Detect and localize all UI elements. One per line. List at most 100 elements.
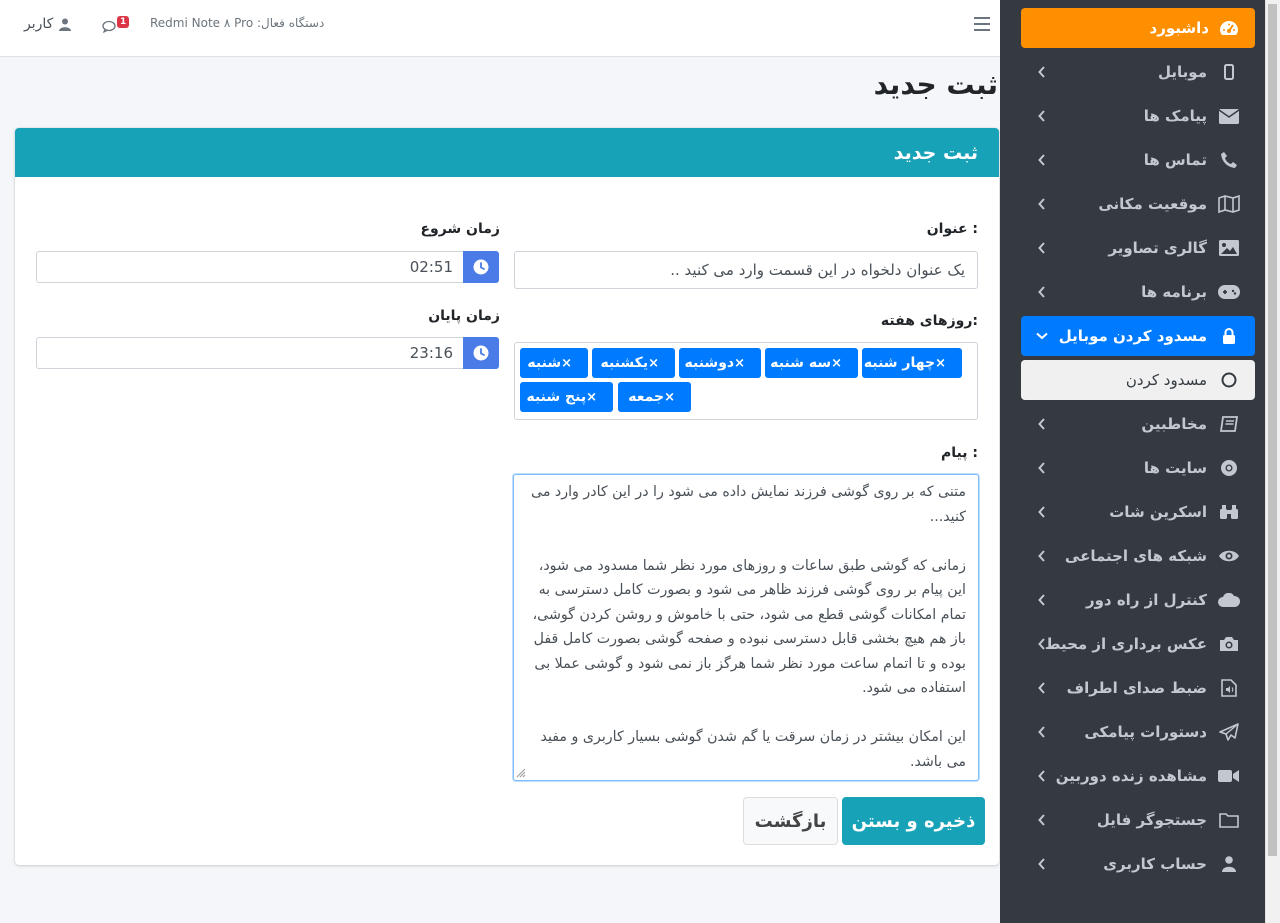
save-and-close-button[interactable]: ذخیره و بستن [842, 797, 985, 845]
sidebar-item-gallery[interactable]: گالری تصاویر [1021, 228, 1255, 268]
sidebar-item-dashboard[interactable]: داشبورد [1021, 8, 1255, 48]
sidebar-item-account[interactable]: حساب کاربری [1021, 844, 1255, 884]
day-tag[interactable]: × چهار شنبه [862, 348, 962, 378]
chrome-icon [1217, 456, 1241, 480]
phone-icon [1217, 148, 1241, 172]
sidebar-item-label: گالری تصاویر [1108, 239, 1207, 257]
message-label: پیام : [941, 445, 978, 461]
remove-tag-icon[interactable]: × [561, 356, 572, 371]
sidebar-subitem-block[interactable]: مسدود کردن [1021, 360, 1255, 400]
hamburger-menu-icon[interactable] [974, 17, 990, 33]
start-time-input[interactable]: 02:51 [36, 251, 463, 283]
paper-plane-icon [1217, 720, 1241, 744]
gamepad-icon [1217, 280, 1241, 304]
start-time-label: زمان شروع [420, 221, 500, 237]
day-tag[interactable]: × دوشنبه [679, 348, 761, 378]
day-tag[interactable]: × پنج شنبه [520, 382, 613, 412]
folder-icon [1217, 808, 1241, 832]
user-icon [59, 18, 72, 31]
eye-icon [1217, 544, 1241, 568]
chevron-down-icon [1035, 329, 1049, 343]
chevron-left-icon [1035, 769, 1049, 783]
active-device-label: دستگاه فعال: Redmi Note ۸ Pro [150, 16, 325, 30]
sidebar-item-ambient-audio[interactable]: ضبط صدای اطراف [1021, 668, 1255, 708]
title-input-placeholder: یک عنوان دلخواه در این قسمت وارد می کنید… [670, 261, 965, 279]
card-header: ثبت جدید [15, 128, 999, 177]
sidebar-item-remote-control[interactable]: کنترل از راه دور [1021, 580, 1255, 620]
day-tag[interactable]: × شنبه [520, 348, 588, 378]
start-time-group: 02:51 [36, 251, 499, 283]
mobile-icon [1217, 60, 1241, 84]
sidebar-item-ambient-photo[interactable]: عکس برداری از محیط [1021, 624, 1255, 664]
sidebar-item-sites[interactable]: سایت ها [1021, 448, 1255, 488]
top-navbar: دستگاه فعال: Redmi Note ۸ Pro 1 کاربر [0, 0, 1013, 57]
sidebar-item-apps[interactable]: برنامه ها [1021, 272, 1255, 312]
message-textarea[interactable]: متنی که بر روی گوشی فرزند نمایش داده می … [513, 474, 979, 781]
end-time-group: 23:16 [36, 337, 499, 369]
sidebar-item-label: موبایل [1158, 63, 1207, 81]
end-time-label: زمان پایان [428, 308, 500, 324]
sidebar-item-label: مخاطبین [1141, 415, 1207, 433]
envelope-icon [1217, 104, 1241, 128]
title-input[interactable]: یک عنوان دلخواه در این قسمت وارد می کنید… [514, 251, 978, 289]
sidebar-item-screenshot[interactable]: اسکرین شات [1021, 492, 1255, 532]
remove-tag-icon[interactable]: × [831, 356, 842, 371]
resize-handle-icon[interactable] [516, 768, 526, 778]
user-menu[interactable]: کاربر [24, 16, 72, 32]
sidebar-item-label: مسدود کردن موبایل [1058, 327, 1207, 345]
sidebar-item-contacts[interactable]: مخاطبین [1021, 404, 1255, 444]
end-time-clock-button[interactable] [463, 337, 499, 369]
day-tag[interactable]: × سه شنبه [765, 348, 858, 378]
end-time-input[interactable]: 23:16 [36, 337, 463, 369]
sidebar-item-label: دستورات پیامکی [1084, 723, 1207, 741]
lock-icon [1217, 324, 1241, 348]
sidebar-item-sms[interactable]: پیامک ها [1021, 96, 1255, 136]
remove-tag-icon[interactable]: × [648, 356, 659, 371]
sidebar-item-label: مسدود کردن [1125, 371, 1207, 389]
user-label: کاربر [24, 16, 54, 32]
chevron-left-icon [1035, 417, 1049, 431]
sidebar-item-social[interactable]: شبکه های اجتماعی [1021, 536, 1255, 576]
remove-tag-icon[interactable]: × [586, 390, 597, 405]
scrollbar-thumb[interactable] [1268, 4, 1277, 856]
chevron-left-icon [1035, 505, 1049, 519]
comments-icon [102, 20, 116, 34]
sidebar-scrollbar[interactable] [1265, 0, 1280, 923]
chevron-left-icon [1035, 285, 1049, 299]
clock-icon [473, 345, 489, 361]
cloud-icon [1217, 588, 1241, 612]
notification-badge: 1 [117, 16, 130, 28]
day-tag[interactable]: × جمعه [618, 382, 691, 412]
sidebar-item-location[interactable]: موقعیت مکانی [1021, 184, 1255, 224]
remove-tag-icon[interactable]: × [734, 356, 745, 371]
sidebar-item-sms-commands[interactable]: دستورات پیامکی [1021, 712, 1255, 752]
sidebar-item-label: جستجوگر فایل [1096, 811, 1207, 829]
sidebar-item-mobile[interactable]: موبایل [1021, 52, 1255, 92]
weekdays-multiselect[interactable]: × چهار شنبه × سه شنبه × دوشنبه × یکشنبه × شنب… [514, 342, 978, 420]
map-icon [1217, 192, 1241, 216]
messages-button[interactable]: 1 [102, 14, 130, 36]
sidebar-item-label: کنترل از راه دور [1085, 591, 1207, 609]
book-icon [1217, 412, 1241, 436]
chevron-left-icon [1035, 681, 1049, 695]
sidebar-item-block-mobile[interactable]: مسدود کردن موبایل [1021, 316, 1255, 356]
dashboard-icon [1217, 16, 1241, 40]
image-icon [1217, 236, 1241, 260]
title-label: عنوان : [926, 221, 978, 237]
sidebar-item-file-browser[interactable]: جستجوگر فایل [1021, 800, 1255, 840]
clock-icon [473, 259, 489, 275]
back-button[interactable]: بازگشت [743, 797, 838, 845]
remove-tag-icon[interactable]: × [935, 356, 946, 371]
day-tag[interactable]: × یکشنبه [592, 348, 675, 378]
sidebar-item-live-camera[interactable]: مشاهده زنده دوربین [1021, 756, 1255, 796]
chevron-left-icon [1035, 593, 1049, 607]
remove-tag-icon[interactable]: × [664, 390, 675, 405]
sidebar-item-label: تماس ها [1143, 151, 1207, 169]
sidebar-item-label: ضبط صدای اطراف [1066, 679, 1207, 697]
sidebar-item-label: عکس برداری از محیط [1044, 635, 1207, 653]
chevron-left-icon [1035, 197, 1049, 211]
start-time-clock-button[interactable] [463, 251, 499, 283]
sidebar-item-calls[interactable]: تماس ها [1021, 140, 1255, 180]
circle-icon [1217, 368, 1241, 392]
page-title: ثبت جدید [873, 68, 998, 101]
